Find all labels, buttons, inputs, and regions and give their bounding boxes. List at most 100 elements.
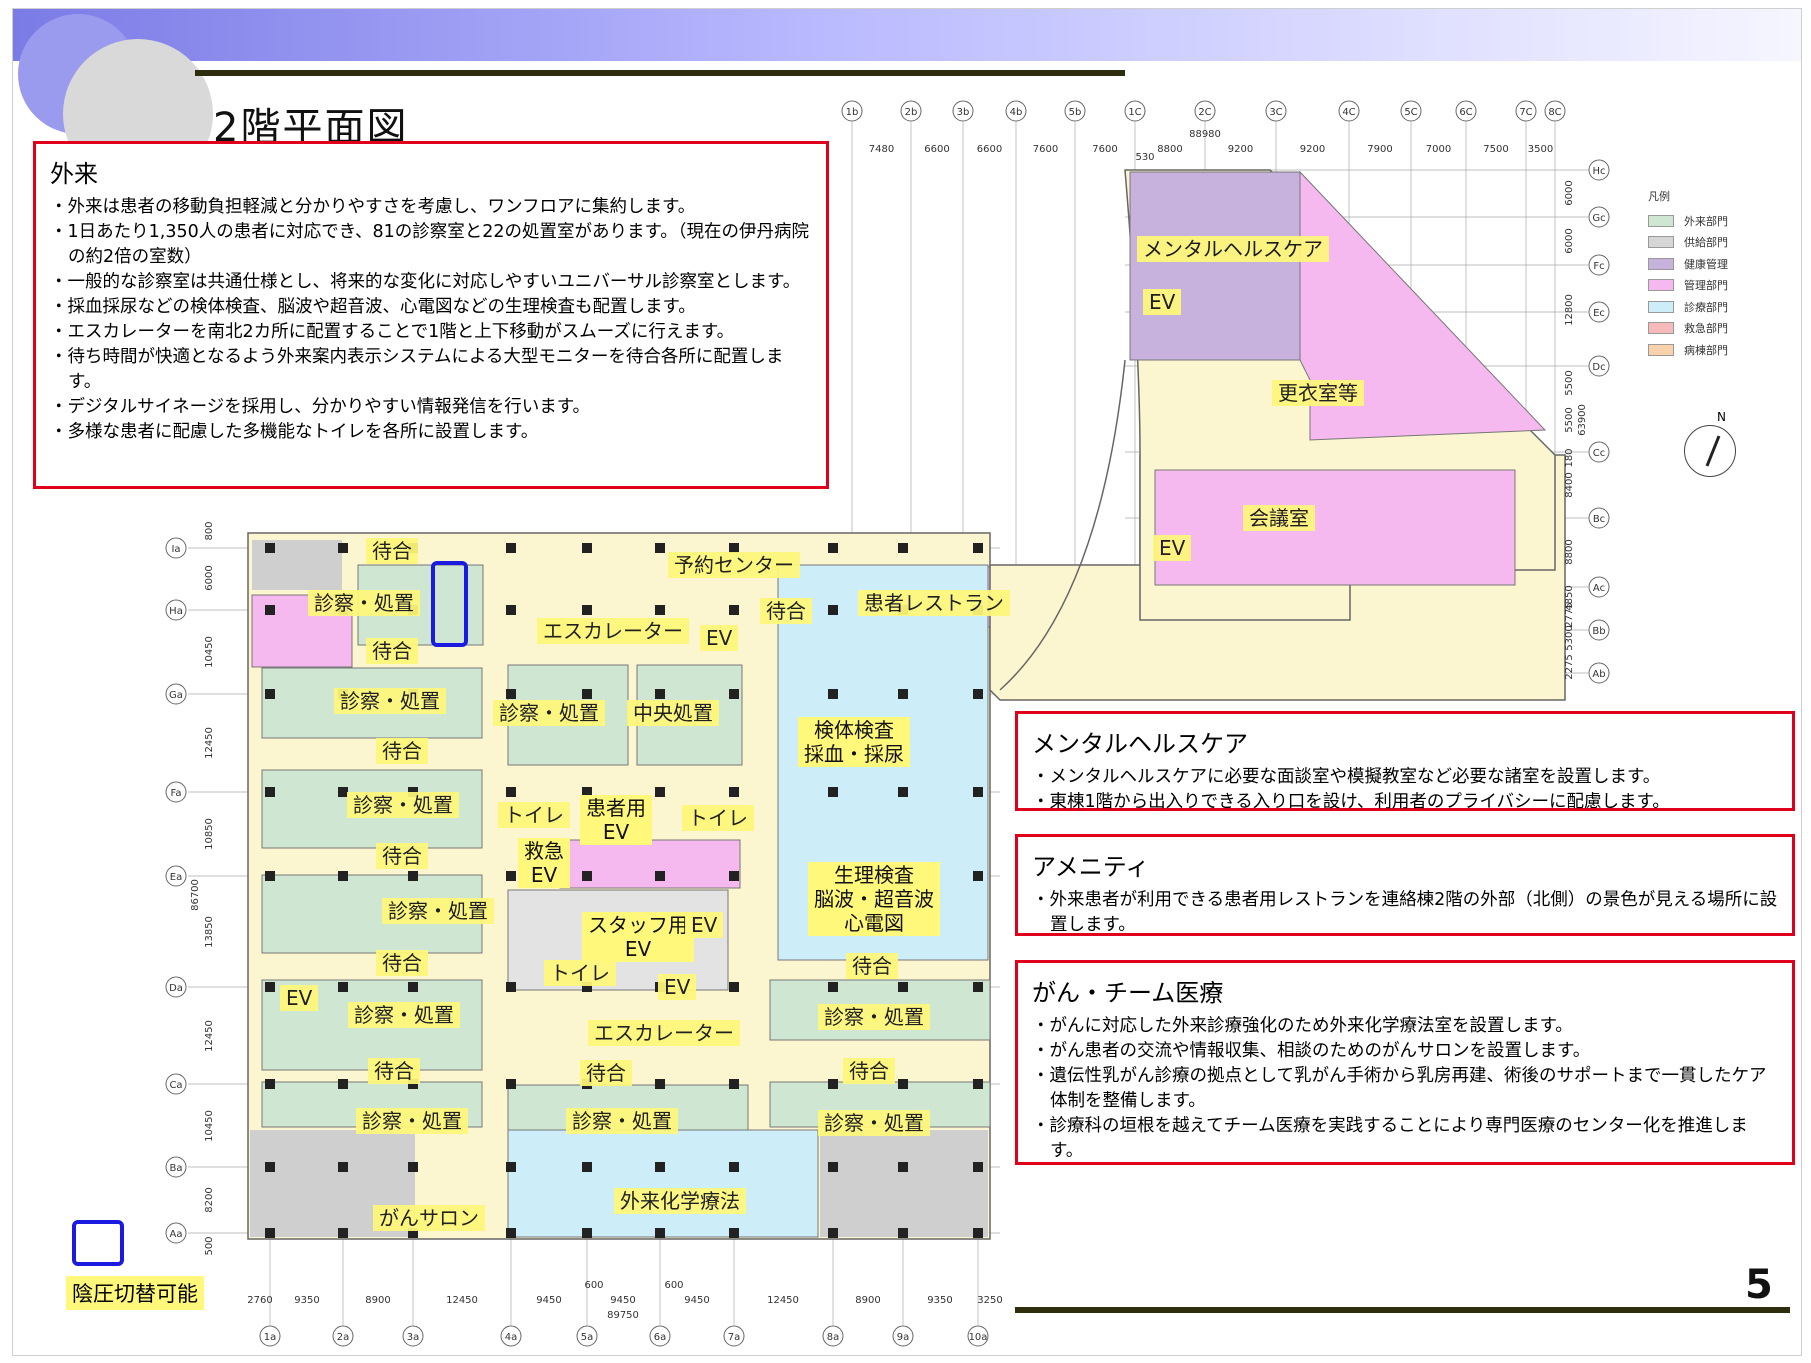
structural-column	[655, 689, 665, 699]
mental-item: 東棟1階から出入りできる入り口を設け、利用者のプライバシーに配慮します。	[1032, 790, 1778, 815]
grid-axis-label: 2C	[1198, 107, 1211, 118]
structural-column	[655, 787, 665, 797]
structural-column	[408, 982, 418, 992]
structural-column	[506, 689, 516, 699]
structural-column	[265, 543, 275, 553]
grid-axis-label: 1a	[264, 1332, 277, 1343]
amenity-list: 外来患者が利用できる患者用レストランを連絡棟2階の外部（北側）の景色が見える場所…	[1032, 888, 1778, 938]
legend-item: 病棟部門	[1648, 339, 1728, 361]
dimension-label: 8900	[855, 1295, 880, 1306]
legend-swatch	[1648, 279, 1674, 292]
structural-column	[898, 543, 908, 553]
legend-item: 診療部門	[1648, 296, 1728, 318]
structural-column	[408, 1162, 418, 1172]
structural-column	[898, 1228, 908, 1238]
dimension-label: 10450	[204, 1110, 215, 1142]
legend-label: 外来部門	[1684, 214, 1728, 228]
structural-column	[729, 787, 739, 797]
dimension-label: 600	[664, 1280, 683, 1291]
dimension-label: 6600	[977, 144, 1002, 155]
outpatient-item: 1日あたり1,350人の患者に対応でき、81の診察室と22の処置室があります。（…	[50, 220, 812, 270]
grid-axis-label: Cc	[1593, 448, 1605, 459]
dimension-label: 530	[1135, 152, 1154, 163]
structural-column	[828, 605, 838, 615]
room-label-waiting: 待合	[760, 598, 812, 624]
structural-column	[265, 689, 275, 699]
dimension-label: 8400	[1564, 472, 1575, 497]
dimension-label: 5300	[1564, 625, 1575, 650]
room-label-ev: EV	[280, 985, 319, 1011]
outpatient-box: 外来 外来は患者の移動負担軽減と分かりやすさを考慮し、ワンフロアに集約します。1…	[33, 141, 829, 489]
dimension-label: 500	[204, 1236, 215, 1255]
dimension-label: 6000	[1564, 180, 1575, 205]
north-arrow-icon	[1684, 425, 1736, 477]
structural-column	[828, 543, 838, 553]
grid-axis-label: 8a	[827, 1332, 840, 1343]
structural-column	[729, 982, 739, 992]
grid-axis-label: Ea	[170, 872, 182, 883]
grid-axis-label: 1C	[1128, 107, 1141, 118]
grid-axis-label: Fc	[1593, 261, 1604, 272]
dimension-label: 7900	[1367, 144, 1392, 155]
dimension-label: 9450	[684, 1295, 709, 1306]
room-label-specimen: 検体検査 採血・採尿	[798, 717, 910, 767]
room-label-ev: EV	[700, 625, 739, 651]
structural-column	[265, 1228, 275, 1238]
structural-column	[729, 1228, 739, 1238]
structural-column	[973, 1228, 983, 1238]
grid-axis-label: 7C	[1519, 107, 1532, 118]
structural-column	[828, 689, 838, 699]
structural-column	[973, 871, 983, 881]
structural-column	[582, 543, 592, 553]
room-label-exam: 診察・処置	[308, 590, 420, 616]
dimension-label: 7480	[869, 144, 894, 155]
room-label-ev: EV	[1153, 535, 1192, 561]
structural-column	[655, 605, 665, 615]
structural-column	[655, 1228, 665, 1238]
structural-column	[973, 543, 983, 553]
cancer-item: 診療科の垣根を越えてチーム医療を実践することにより専門医療のセンター化を推進しま…	[1032, 1114, 1778, 1164]
dimension-label: 9200	[1228, 144, 1253, 155]
north-label: N	[1717, 410, 1726, 424]
grid-axis-label: Ha	[169, 606, 183, 617]
grid-axis-label: 4a	[505, 1332, 518, 1343]
structural-column	[973, 1162, 983, 1172]
dimension-label: 89750	[607, 1310, 639, 1321]
grid-axis-label: Ia	[171, 544, 180, 555]
dimension-label: 9350	[927, 1295, 952, 1306]
room-label-waiting: 待合	[580, 1060, 632, 1086]
structural-column	[898, 689, 908, 699]
outpatient-heading: 外来	[50, 160, 98, 188]
dimension-label: 12450	[767, 1295, 799, 1306]
grid-axis-label: 10a	[969, 1332, 988, 1343]
grid-axis-label: Hc	[1592, 166, 1605, 177]
room-label-central: 中央処置	[627, 700, 719, 726]
grid-axis-label: 6a	[654, 1332, 667, 1343]
dimension-label: 12450	[446, 1295, 478, 1306]
grid-axis-label: 3a	[407, 1332, 420, 1343]
room-label-exam: 診察・処置	[382, 898, 494, 924]
amenity-item: 外来患者が利用できる患者用レストランを連絡棟2階の外部（北側）の景色が見える場所…	[1032, 888, 1778, 938]
room-label-staff_ev: スタッフ用 EV	[582, 912, 694, 962]
structural-column	[729, 689, 739, 699]
dimension-label: 180	[1564, 448, 1575, 467]
grid-axis-label: 5C	[1404, 107, 1417, 118]
room-label-exam: 診察・処置	[818, 1004, 930, 1030]
grid-axis-label: 4b	[1010, 107, 1023, 118]
structural-column	[828, 1162, 838, 1172]
grid-axis-label: Aa	[170, 1229, 183, 1240]
dimension-label: 800	[204, 521, 215, 540]
structural-column	[338, 543, 348, 553]
dimension-label: 7500	[1483, 144, 1508, 155]
legend-label: 救急部門	[1684, 322, 1728, 336]
room-label-exam: 診察・処置	[566, 1108, 678, 1134]
room-label-exam: 診察・処置	[334, 688, 446, 714]
structural-column	[828, 1228, 838, 1238]
structural-column	[408, 871, 418, 881]
cancer-item: がん患者の交流や情報収集、相談のためのがんサロンを設置します。	[1032, 1039, 1778, 1064]
structural-column	[506, 1162, 516, 1172]
dimension-label: 10850	[204, 818, 215, 850]
grid-axis-label: 1b	[846, 107, 859, 118]
room-label-physio: 生理検査 脳波・超音波 心電図	[808, 862, 940, 936]
dimension-label: 6000	[204, 565, 215, 590]
